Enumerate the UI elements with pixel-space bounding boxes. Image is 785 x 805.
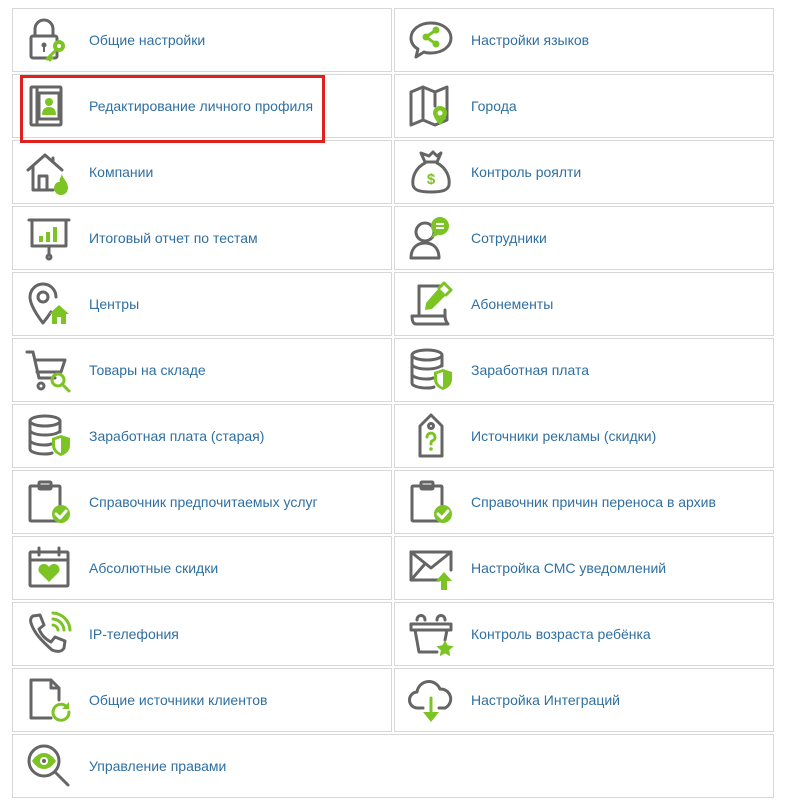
tile-salary[interactable]: Заработная плата	[394, 338, 774, 402]
tile-label: Источники рекламы (скидки)	[471, 428, 657, 444]
tile-label: Города	[471, 98, 517, 114]
clipboard-check-icon	[25, 478, 73, 526]
presentation-chart-icon	[25, 214, 73, 262]
database-shield-icon	[407, 346, 455, 394]
money-bag-icon: $	[407, 148, 455, 196]
tile-salary-old[interactable]: Заработная плата (старая)	[12, 404, 392, 468]
tile-label: Управление правами	[89, 758, 227, 774]
tile-label: Товары на складе	[89, 362, 206, 378]
pin-home-icon	[25, 280, 73, 328]
svg-text:$: $	[427, 171, 436, 188]
tile-integrations[interactable]: Настройка Интеграций	[394, 668, 774, 732]
tile-ad-sources[interactable]: Источники рекламы (скидки)	[394, 404, 774, 468]
eye-magnifier-icon	[25, 742, 73, 790]
tile-label: Компании	[89, 164, 154, 180]
tile-centers[interactable]: Центры	[12, 272, 392, 336]
database-shield-icon	[25, 412, 73, 460]
clipboard-check-icon	[407, 478, 455, 526]
tile-royalty-control[interactable]: $ Контроль роялти	[394, 140, 774, 204]
tile-subscriptions[interactable]: Абонементы	[394, 272, 774, 336]
tile-client-sources[interactable]: Общие источники клиентов	[12, 668, 392, 732]
tile-test-report[interactable]: Итоговый отчет по тестам	[12, 206, 392, 270]
tile-label: Общие источники клиентов	[89, 692, 268, 708]
tile-absolute-discounts[interactable]: Абсолютные скидки	[12, 536, 392, 600]
cloud-download-icon	[407, 676, 455, 724]
tile-label: Справочник причин переноса в архив	[471, 494, 716, 510]
basket-star-icon	[407, 610, 455, 658]
tile-label: Контроль роялти	[471, 164, 582, 180]
document-pencil-icon	[407, 280, 455, 328]
tag-question-icon	[407, 412, 455, 460]
tile-label: Заработная плата (старая)	[89, 428, 265, 444]
tile-label: Общие настройки	[89, 32, 206, 48]
profile-book-icon	[25, 82, 73, 130]
tile-archive-reasons[interactable]: Справочник причин переноса в архив	[394, 470, 774, 534]
tile-general-settings[interactable]: Общие настройки	[12, 8, 392, 72]
tile-label: Справочник предпочитаемых услуг	[89, 494, 318, 510]
tile-label: Настройка СМС уведомлений	[471, 560, 667, 576]
tile-edit-profile[interactable]: Редактирование личного профиля	[12, 74, 392, 138]
tile-label: Редактирование личного профиля	[89, 98, 314, 114]
house-fire-icon	[25, 148, 73, 196]
tile-label: Контроль возраста ребёнка	[471, 626, 651, 642]
tile-language-settings[interactable]: Настройки языков	[394, 8, 774, 72]
lock-key-icon	[25, 16, 73, 64]
tile-label: IP-телефония	[89, 626, 179, 642]
settings-grid: Общие настройки Настройки языков Редакти…	[12, 8, 774, 798]
chat-share-icon	[407, 16, 455, 64]
phone-signal-icon	[25, 610, 73, 658]
tile-preferred-services[interactable]: Справочник предпочитаемых услуг	[12, 470, 392, 534]
file-refresh-icon	[25, 676, 73, 724]
tile-child-age-control[interactable]: Контроль возраста ребёнка	[394, 602, 774, 666]
envelope-upload-icon	[407, 544, 455, 592]
tile-access-rights[interactable]: Управление правами	[12, 734, 774, 798]
tile-label: Итоговый отчет по тестам	[89, 230, 258, 246]
tile-ip-telephony[interactable]: IP-телефония	[12, 602, 392, 666]
tile-label: Настройки языков	[471, 32, 590, 48]
tile-label: Абонементы	[471, 296, 554, 312]
tile-label: Сотрудники	[471, 230, 547, 246]
tile-sms-notifications[interactable]: Настройка СМС уведомлений	[394, 536, 774, 600]
tile-employees[interactable]: Сотрудники	[394, 206, 774, 270]
map-pin-icon	[407, 82, 455, 130]
tile-label: Заработная плата	[471, 362, 589, 378]
calendar-heart-icon	[25, 544, 73, 592]
cart-search-icon	[25, 346, 73, 394]
tile-label: Центры	[89, 296, 140, 312]
tile-label: Абсолютные скидки	[89, 560, 219, 576]
tile-warehouse-goods[interactable]: Товары на складе	[12, 338, 392, 402]
tile-label: Настройка Интеграций	[471, 692, 620, 708]
person-chat-icon	[407, 214, 455, 262]
tile-companies[interactable]: Компании	[12, 140, 392, 204]
tile-cities[interactable]: Города	[394, 74, 774, 138]
